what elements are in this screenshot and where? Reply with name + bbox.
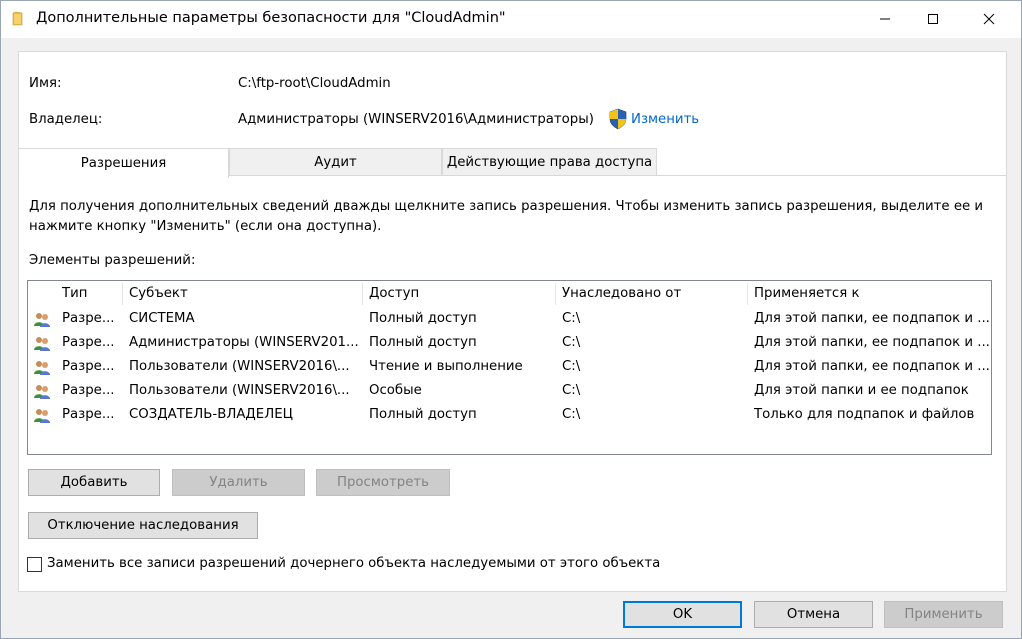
cell-applies-to: Для этой папки, ее подпапок и ... [754,311,990,326]
list-header: Тип Субъект Доступ Унаследовано от Приме… [28,281,991,307]
cell-applies-to: Для этой папки, ее подпапок и ... [754,335,990,350]
cell-principal: СИСТЕМА [129,311,195,326]
minimize-button[interactable] [862,0,908,38]
change-owner-link[interactable]: Изменить [631,112,699,127]
cell-access: Полный доступ [369,311,477,326]
ok-button-label: OK [672,607,693,622]
tab-audit-label: Аудит [314,155,357,170]
title-bar: Дополнительные параметры безопасности дл… [0,0,1022,38]
table-row[interactable]: Разре... Администраторы (WINSERV201... П… [28,331,991,355]
tab-permissions[interactable]: Разрешения [18,148,229,178]
users-icon [34,313,50,327]
minimize-icon [880,18,890,20]
cell-applies-to: Для этой папки и ее подпапок [754,383,969,398]
cell-access: Чтение и выполнение [369,359,523,374]
cell-inherited: C:\ [562,359,581,374]
view-button-label: Просмотреть [336,475,429,490]
cell-applies-to: Для этой папки, ее подпапок и ... [754,359,990,374]
cell-principal: Администраторы (WINSERV201... [129,335,359,350]
tab-audit[interactable]: Аудит [229,148,442,176]
cell-access: Полный доступ [369,335,477,350]
maximize-button[interactable] [910,0,956,38]
add-button-label: Добавить [60,475,128,490]
view-button[interactable]: Просмотреть [316,469,450,496]
change-owner-link-text: Изменить [631,112,700,127]
maximize-icon [928,14,938,24]
column-header-access[interactable]: Доступ [363,281,555,307]
replace-child-permissions-checkbox[interactable] [27,557,42,572]
window-title: Дополнительные параметры безопасности дл… [36,10,506,26]
owner-label: Владелец: [29,112,103,127]
cell-type: Разре... [62,359,115,374]
remove-button[interactable]: Удалить [172,469,305,496]
instructions-line-2: нажмите кнопку "Изменить" (если она дост… [29,219,382,234]
users-icon [34,361,50,375]
cell-inherited: C:\ [562,311,581,326]
cancel-button-label: Отмена [786,607,841,622]
name-label: Имя: [29,76,62,91]
cell-type: Разре... [62,383,115,398]
uac-shield-icon [609,108,627,130]
permission-entries-list[interactable]: Тип Субъект Доступ Унаследовано от Приме… [27,280,992,455]
apply-button-label: Применить [904,607,983,622]
close-button[interactable] [966,0,1012,38]
cell-principal: СОЗДАТЕЛЬ-ВЛАДЕЛЕЦ [129,407,293,422]
cell-inherited: C:\ [562,407,581,422]
remove-button-label: Удалить [209,475,268,490]
cell-principal: Пользователи (WINSERV2016\... [129,383,350,398]
tab-effective-access[interactable]: Действующие права доступа [442,148,657,176]
cancel-button[interactable]: Отмена [754,601,873,628]
users-icon [34,385,50,399]
cell-type: Разре... [62,311,115,326]
tab-permissions-label: Разрешения [80,156,167,171]
cell-applies-to: Только для подпапок и файлов [754,407,975,422]
table-row[interactable]: Разре... СИСТЕМА Полный доступ C:\ Для э… [28,307,991,331]
permission-entries-label: Элементы разрешений: [29,253,196,268]
disable-inheritance-button[interactable]: Отключение наследования [28,512,258,539]
cell-access: Особые [369,383,422,398]
instructions-line-1: Для получения дополнительных сведений дв… [29,199,984,214]
cell-inherited: C:\ [562,335,581,350]
users-icon [34,337,50,351]
close-icon [983,13,995,25]
folder-icon [12,11,23,26]
column-header-applies-to[interactable]: Применяется к [748,281,991,307]
column-header-type[interactable]: Тип [56,281,122,307]
table-row[interactable]: Разре... Пользователи (WINSERV2016\... Ч… [28,355,991,379]
column-header-inherited[interactable]: Унаследовано от [556,281,747,307]
owner-value: Администраторы (WINSERV2016\Администрато… [238,112,594,127]
cell-inherited: C:\ [562,383,581,398]
tab-effective-access-label: Действующие права доступа [446,155,653,170]
table-row[interactable]: Разре... Пользователи (WINSERV2016\... О… [28,379,991,403]
cell-type: Разре... [62,407,115,422]
disable-inheritance-button-label: Отключение наследования [47,518,239,533]
name-value: C:\ftp-root\CloudAdmin [238,76,391,91]
table-row[interactable]: Разре... СОЗДАТЕЛЬ-ВЛАДЕЛЕЦ Полный досту… [28,403,991,427]
users-icon [34,409,50,423]
cell-principal: Пользователи (WINSERV2016\... [129,359,350,374]
cell-access: Полный доступ [369,407,477,422]
cell-type: Разре... [62,335,115,350]
replace-child-permissions-label[interactable]: Заменить все записи разрешений дочернего… [47,556,660,571]
column-header-principal[interactable]: Субъект [123,281,362,307]
apply-button[interactable]: Применить [884,601,1003,628]
add-button[interactable]: Добавить [28,469,160,496]
ok-button[interactable]: OK [623,601,742,628]
